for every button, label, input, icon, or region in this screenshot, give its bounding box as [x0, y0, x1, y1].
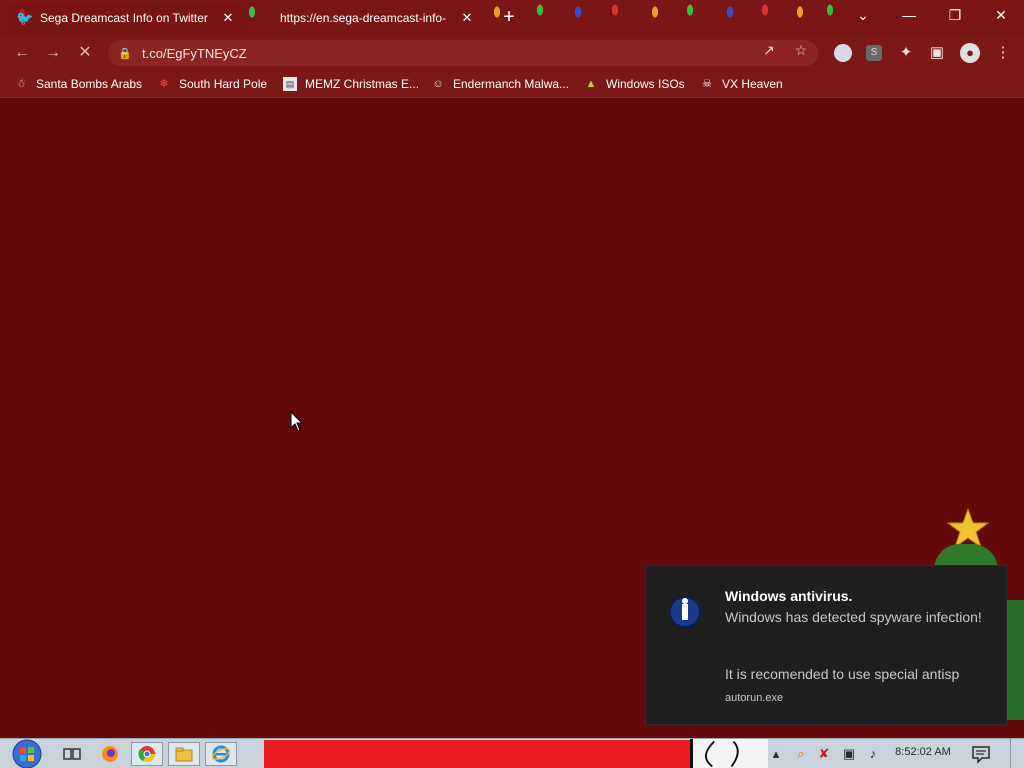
browser-toolbar: ← → ✕ 🔒 t.co/EgFyTNEyCZ ↗ ☆ S ✦ ▣ ● ⋮: [0, 36, 1024, 70]
vx-icon: ☠: [702, 78, 712, 90]
tab-close-icon[interactable]: ✕: [459, 10, 475, 26]
lock-icon[interactable]: 🔒: [118, 47, 132, 60]
bookmark-star-icon[interactable]: ☆: [792, 41, 810, 59]
close-window-button[interactable]: ✕: [978, 0, 1024, 30]
task-view-icon[interactable]: [56, 742, 88, 766]
tab-search-chevron-down-icon[interactable]: ⌄: [840, 0, 886, 30]
tray-network-icon[interactable]: ▣: [840, 745, 858, 763]
new-tab-button[interactable]: +: [498, 6, 520, 28]
address-bar[interactable]: 🔒 t.co/EgFyTNEyCZ: [108, 40, 818, 66]
tab-close-icon[interactable]: ✕: [220, 10, 236, 26]
tree-icon: ▲: [585, 78, 597, 90]
info-orb-icon: [669, 596, 701, 628]
action-center-icon[interactable]: [970, 744, 992, 764]
side-panel-icon[interactable]: ▣: [926, 42, 948, 64]
notification-body-secondary: It is recomended to use special antisp: [725, 666, 960, 682]
forward-button[interactable]: →: [41, 41, 65, 65]
taskbar-red-window-button[interactable]: [264, 740, 690, 768]
notification-app-name: autorun.exe: [725, 692, 784, 704]
antivirus-notification[interactable]: Windows antivirus. Windows has detected …: [645, 565, 1007, 725]
notification-title: Windows antivirus.: [725, 588, 853, 604]
chrome-icon[interactable]: [131, 742, 163, 766]
extension-flag-icon[interactable]: [834, 44, 852, 62]
tab-sega-dreamcast-twitter[interactable]: 🐦 Sega Dreamcast Info on Twitter ✕: [6, 4, 246, 32]
tab-title: https://en.sega-dreamcast-info-: [280, 11, 447, 25]
notification-body: Windows has detected spyware infection!: [725, 609, 982, 625]
twitter-bird-icon: 🐦: [16, 10, 34, 26]
file-explorer-icon[interactable]: [168, 742, 200, 766]
firefox-icon[interactable]: [94, 742, 126, 766]
bookmark-label: Windows ISOs: [606, 77, 685, 91]
back-button[interactable]: ←: [10, 41, 34, 65]
profile-avatar-icon[interactable]: ●: [960, 43, 980, 63]
tray-magnifier-icon[interactable]: ⌕: [792, 745, 810, 763]
url-text[interactable]: t.co/EgFyTNEyCZ: [142, 46, 818, 61]
bookmark-windows-isos[interactable]: ▲ Windows ISOs: [584, 74, 685, 94]
tab-strip: 🐦 Sega Dreamcast Info on Twitter ✕ https…: [0, 0, 1024, 36]
santa-icon: ☃: [16, 78, 26, 90]
minimize-button[interactable]: —: [886, 0, 932, 30]
stop-loading-button[interactable]: ✕: [73, 41, 97, 65]
bookmarks-bar: ☃ Santa Bombs Arabs ❄ South Hard Pole ▤ …: [0, 70, 1024, 98]
extensions-puzzle-icon[interactable]: ✦: [895, 42, 917, 64]
bookmark-label: MEMZ Christmas E...: [305, 77, 420, 91]
taskbar-scribble-window-button[interactable]: [690, 739, 768, 768]
restore-button[interactable]: ❐: [932, 0, 978, 30]
show-desktop-button[interactable]: [1010, 739, 1024, 768]
bookmark-label: South Hard Pole: [179, 77, 268, 91]
bookmark-label: VX Heaven: [722, 77, 783, 91]
menu-kebab-icon[interactable]: ⋮: [992, 42, 1014, 64]
bookmark-label: Endermanch Malwa...: [453, 77, 570, 91]
extension-s-icon[interactable]: S: [866, 45, 882, 61]
internet-explorer-icon[interactable]: [205, 742, 237, 766]
bookmark-label: Santa Bombs Arabs: [36, 77, 143, 91]
bookmark-south-hard-pole[interactable]: ❄ South Hard Pole: [157, 74, 267, 94]
start-orb-button[interactable]: [8, 739, 46, 768]
bookmark-santa-bombs-arabs[interactable]: ☃ Santa Bombs Arabs: [14, 74, 142, 94]
tab-sega-dreamcast-info[interactable]: https://en.sega-dreamcast-info- ✕: [270, 4, 485, 32]
memz-icon: ▤: [283, 77, 297, 91]
share-icon[interactable]: ↗: [760, 41, 778, 59]
tray-volume-icon[interactable]: ♪: [864, 745, 882, 763]
tray-antivirus-icon[interactable]: ✘: [815, 745, 833, 763]
mouse-cursor-icon: [290, 411, 304, 432]
tray-overflow-chevron-up-icon[interactable]: ▴: [770, 745, 782, 763]
bookmark-memz-christmas[interactable]: ▤ MEMZ Christmas E...: [283, 74, 419, 94]
christmas-tree-side-decoration: [1006, 600, 1024, 720]
taskbar: ▴ ⌕ ✘ ▣ ♪ 8:52:02 AM: [0, 738, 1024, 768]
bookmark-endermanch-malware[interactable]: ☺ Endermanch Malwa...: [431, 74, 569, 94]
tab-title: Sega Dreamcast Info on Twitter: [40, 11, 208, 25]
taskbar-clock[interactable]: 8:52:02 AM: [886, 746, 960, 758]
snowflake-icon: ❄: [159, 78, 169, 90]
enderman-icon: ☺: [432, 78, 444, 90]
bookmark-vx-heaven[interactable]: ☠ VX Heaven: [700, 74, 783, 94]
